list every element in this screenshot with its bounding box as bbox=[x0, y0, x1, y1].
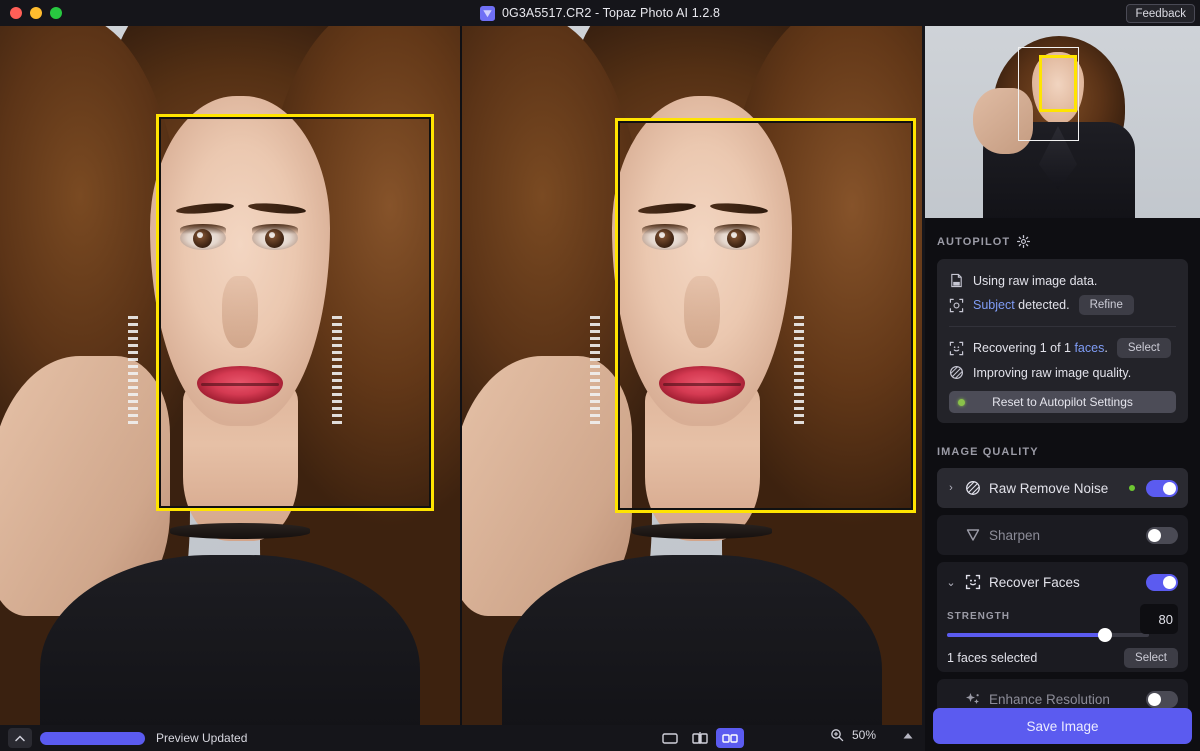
single-view-button[interactable] bbox=[656, 728, 684, 748]
subject-detected-text: detected. bbox=[1014, 298, 1070, 312]
reset-autopilot-label: Reset to Autopilot Settings bbox=[992, 395, 1133, 409]
right-panel: AUTOPILOT Using raw image data. Subject … bbox=[925, 26, 1200, 751]
split-pane-icon bbox=[692, 732, 708, 744]
filter-sharpen[interactable]: Sharpen bbox=[937, 515, 1188, 555]
subject-link[interactable]: Subject bbox=[973, 298, 1015, 312]
noise-circle-icon bbox=[966, 481, 980, 495]
filter-title: Sharpen bbox=[989, 527, 1041, 543]
image-viewer[interactable] bbox=[0, 26, 922, 725]
magnifier-icon[interactable] bbox=[830, 728, 844, 742]
image-quality-section-label: IMAGE QUALITY bbox=[937, 446, 1039, 458]
filter-raw-remove-noise[interactable]: › Raw Remove Noise bbox=[937, 468, 1188, 508]
filter-recover-faces[interactable]: ⌄ Recover Faces STRENGTH 80 1 faces sele… bbox=[937, 562, 1188, 672]
autopilot-header: AUTOPILOT bbox=[925, 218, 1200, 259]
feedback-button[interactable]: Feedback bbox=[1126, 4, 1195, 23]
select-label: Select bbox=[1135, 652, 1167, 664]
topaz-photo-ai-window: 0G3A5517.CR2 - Topaz Photo AI 1.2.8 Feed… bbox=[0, 0, 1200, 751]
autopilot-faces-text: Recovering 1 of 1 faces. bbox=[973, 341, 1108, 355]
window-title: 0G3A5517.CR2 - Topaz Photo AI 1.2.8 bbox=[502, 6, 720, 20]
caret-up-icon[interactable] bbox=[902, 731, 914, 740]
expand-chevron-icon[interactable]: › bbox=[945, 482, 957, 494]
enhance-resolution-toggle[interactable] bbox=[1146, 690, 1178, 708]
select-faces-button[interactable]: Select bbox=[1116, 338, 1171, 358]
strength-value: 80 bbox=[1158, 611, 1173, 627]
topaz-logo-icon bbox=[480, 5, 495, 21]
strength-slider-fill bbox=[947, 633, 1105, 637]
gear-icon[interactable] bbox=[1017, 235, 1031, 248]
recover-faces-toggle[interactable] bbox=[1146, 573, 1178, 591]
filter-title: Recover Faces bbox=[989, 574, 1080, 590]
faces-post-text: . bbox=[1104, 341, 1108, 355]
zoom-level-label[interactable]: 50% bbox=[852, 728, 876, 742]
sharpen-toggle[interactable] bbox=[1146, 526, 1178, 544]
strength-slider[interactable] bbox=[947, 628, 1149, 642]
status-bar: Preview Updated 50% bbox=[0, 725, 922, 751]
view-mode-group bbox=[656, 728, 744, 748]
side-by-side-view-button[interactable] bbox=[716, 728, 744, 748]
sharpen-funnel-icon bbox=[966, 529, 980, 541]
raw-file-icon bbox=[951, 273, 962, 288]
strength-label: STRENGTH bbox=[947, 611, 1010, 622]
faces-selected-row: 1 faces selected Select bbox=[937, 639, 1188, 672]
image-quality-header: IMAGE QUALITY bbox=[925, 423, 1200, 468]
autopilot-row-quality: Improving raw image quality. bbox=[937, 361, 1188, 384]
filter-title: Enhance Resolution bbox=[989, 691, 1110, 707]
reset-status-dot bbox=[958, 398, 965, 406]
face-detect-icon bbox=[965, 574, 981, 590]
title-bar: 0G3A5517.CR2 - Topaz Photo AI 1.2.8 Feed… bbox=[0, 0, 1200, 26]
refine-label: Refine bbox=[1089, 299, 1123, 311]
autopilot-row-subject: Subject detected. Refine bbox=[937, 292, 1188, 318]
thumbnail-face-box[interactable] bbox=[1039, 55, 1077, 112]
zoom-controls: 50% bbox=[830, 728, 914, 742]
chevron-up-icon bbox=[15, 734, 25, 741]
split-view-button[interactable] bbox=[686, 728, 714, 748]
strength-value-field[interactable]: 80 bbox=[1140, 604, 1178, 634]
select-faces-label: Select bbox=[1127, 342, 1160, 354]
autopilot-subject-text: Subject detected. bbox=[973, 298, 1070, 312]
save-image-label: Save Image bbox=[1026, 718, 1099, 734]
autopilot-raw-text: Using raw image data. bbox=[973, 273, 1098, 288]
original-image-pane[interactable] bbox=[0, 26, 460, 725]
face-detection-box[interactable] bbox=[615, 118, 916, 513]
select-faces-button[interactable]: Select bbox=[1124, 648, 1178, 668]
autopilot-quality-text: Improving raw image quality. bbox=[973, 365, 1132, 380]
noise-circle-icon bbox=[949, 365, 964, 380]
filter-title: Raw Remove Noise bbox=[989, 480, 1109, 496]
faces-pre-text: Recovering 1 of 1 bbox=[973, 341, 1075, 355]
progress-bar bbox=[40, 731, 145, 745]
autopilot-divider bbox=[949, 326, 1176, 327]
autopilot-row-raw: Using raw image data. bbox=[937, 269, 1188, 292]
status-text: Preview Updated bbox=[156, 731, 248, 745]
faces-selected-text: 1 faces selected bbox=[947, 651, 1038, 665]
strength-slider-handle[interactable] bbox=[1097, 628, 1112, 642]
subject-detect-icon bbox=[949, 298, 964, 312]
pane-divider[interactable] bbox=[460, 26, 462, 725]
face-detection-box[interactable] bbox=[156, 114, 434, 511]
title-group: 0G3A5517.CR2 - Topaz Photo AI 1.2.8 bbox=[0, 0, 1200, 26]
face-detect-icon bbox=[949, 341, 964, 355]
filter-active-dot bbox=[1129, 485, 1135, 491]
feedback-label: Feedback bbox=[1135, 7, 1186, 20]
strength-slider-group: STRENGTH 80 bbox=[937, 602, 1188, 642]
side-by-side-icon bbox=[722, 734, 738, 743]
raw-remove-noise-toggle[interactable] bbox=[1146, 479, 1178, 497]
single-pane-icon bbox=[662, 733, 678, 744]
collapse-chevron-icon[interactable]: ⌄ bbox=[945, 576, 957, 589]
autopilot-row-faces: Recovering 1 of 1 faces. Select bbox=[937, 335, 1188, 361]
faces-link[interactable]: faces bbox=[1074, 341, 1104, 355]
navigator-thumbnail[interactable] bbox=[925, 26, 1200, 218]
refine-button[interactable]: Refine bbox=[1078, 295, 1134, 315]
save-image-button[interactable]: Save Image bbox=[933, 708, 1192, 744]
autopilot-card: Using raw image data. Subject detected. … bbox=[937, 259, 1188, 423]
collapse-panel-button[interactable] bbox=[8, 728, 32, 748]
sparkles-icon bbox=[966, 693, 979, 704]
autopilot-section-label: AUTOPILOT bbox=[937, 235, 1011, 248]
reset-autopilot-button[interactable]: Reset to Autopilot Settings bbox=[949, 391, 1176, 413]
processed-image-pane[interactable] bbox=[462, 26, 922, 725]
